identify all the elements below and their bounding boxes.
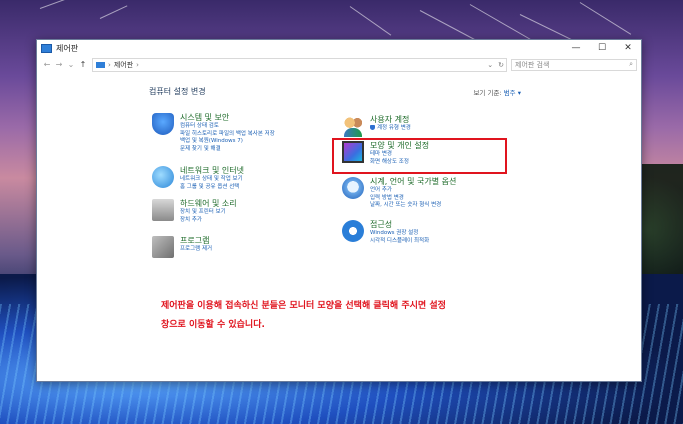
- programs-box-icon: [152, 236, 174, 258]
- link-network-status[interactable]: 네트워크 상태 및 작업 보기: [180, 176, 244, 184]
- category-title[interactable]: 프로그램: [180, 236, 212, 246]
- instruction-note: 제어판을 이용해 접속하신 분들은 모니터 모양을 선택해 클릭해 주시면 설정…: [161, 297, 541, 335]
- link-change-account-type[interactable]: 계정 유형 변경: [377, 125, 411, 131]
- address-row: ← → ⌄ ↑ › 제어판 › ⌄ ↻ 제어판 검색 ⌕: [37, 56, 641, 73]
- view-by-label: 보기 기준:: [473, 89, 502, 97]
- link-date-time-format[interactable]: 날짜, 시간 또는 숫자 형식 변경: [370, 202, 456, 210]
- breadcrumb-trail-arrow[interactable]: ›: [136, 61, 139, 69]
- window-title: 제어판: [56, 43, 79, 53]
- printer-icon: [152, 199, 174, 221]
- search-input[interactable]: 제어판 검색 ⌕: [511, 58, 637, 71]
- link-optimize-display[interactable]: 시각적 디스플레이 최적화: [370, 238, 429, 246]
- control-panel-app-icon: [41, 43, 52, 53]
- link-windows-recommended[interactable]: Windows 권장 설정: [370, 230, 429, 238]
- view-by: 보기 기준: 범주 ▾: [473, 87, 521, 97]
- link-uninstall-program[interactable]: 프로그램 제거: [180, 246, 212, 254]
- link-add-language[interactable]: 언어 추가: [370, 187, 456, 195]
- category-ease-of-access[interactable]: 접근성 Windows 권장 설정 시각적 디스플레이 최적화: [342, 220, 429, 245]
- view-by-dropdown[interactable]: 범주 ▾: [504, 89, 521, 97]
- category-programs[interactable]: 프로그램 프로그램 제거: [152, 236, 212, 258]
- minimize-button[interactable]: —: [563, 43, 589, 53]
- category-title[interactable]: 시계, 언어 및 국가별 옵션: [370, 177, 456, 187]
- link-homegroup[interactable]: 홈 그룹 및 공유 옵션 선택: [180, 184, 244, 192]
- close-button[interactable]: ✕: [615, 43, 641, 53]
- search-icon[interactable]: ⌕: [629, 60, 633, 69]
- instruction-line-1: 제어판을 이용해 접속하신 분들은 모니터 모양을 선택해 클릭해 주시면 설정: [161, 301, 446, 311]
- highlight-box: [332, 138, 507, 174]
- category-user-accounts[interactable]: 사용자 계정 계정 유형 변경: [342, 115, 411, 137]
- category-network-internet[interactable]: 네트워크 및 인터넷 네트워크 상태 및 작업 보기 홈 그룹 및 공유 옵션 …: [152, 166, 244, 191]
- category-system-security[interactable]: 시스템 및 보안 컴퓨터 상태 검토 파일 히스토리로 파일의 백업 복사본 저…: [152, 113, 275, 153]
- address-separator: ›: [108, 60, 111, 69]
- category-title[interactable]: 사용자 계정: [370, 115, 411, 125]
- users-icon: [342, 115, 364, 137]
- control-panel-small-icon: [96, 61, 105, 68]
- ease-of-access-icon: [342, 220, 364, 242]
- maximize-button[interactable]: ☐: [589, 43, 615, 53]
- link-review-status[interactable]: 컴퓨터 상태 검토: [180, 123, 275, 131]
- category-title[interactable]: 네트워크 및 인터넷: [180, 166, 244, 176]
- title-bar: 제어판 — ☐ ✕: [37, 40, 641, 56]
- uac-shield-icon: [370, 125, 375, 130]
- address-bar[interactable]: › 제어판 › ⌄ ↻: [92, 57, 507, 72]
- link-change-account-type-row[interactable]: 계정 유형 변경: [370, 125, 411, 133]
- category-title[interactable]: 하드웨어 및 소리: [180, 199, 237, 209]
- network-globe-icon: [152, 166, 174, 188]
- forward-button[interactable]: →: [53, 60, 65, 69]
- page-title: 컴퓨터 설정 변경: [149, 87, 206, 96]
- category-title[interactable]: 접근성: [370, 220, 429, 230]
- link-add-device[interactable]: 장치 추가: [180, 217, 237, 225]
- category-title[interactable]: 시스템 및 보안: [180, 113, 275, 123]
- address-dropdown-icon[interactable]: ⌄: [487, 59, 493, 71]
- search-placeholder: 제어판 검색: [515, 60, 550, 69]
- breadcrumb-control-panel[interactable]: 제어판: [114, 60, 133, 70]
- back-button[interactable]: ←: [41, 60, 53, 69]
- up-button[interactable]: ↑: [77, 60, 89, 69]
- control-panel-window: 제어판 — ☐ ✕ ← → ⌄ ↑ › 제어판 › ⌄ ↻ 제어판 검색 ⌕ 컴…: [36, 39, 642, 382]
- category-hardware-sound[interactable]: 하드웨어 및 소리 장치 및 프린터 보기 장치 추가: [152, 199, 237, 224]
- link-devices-printers[interactable]: 장치 및 프린터 보기: [180, 209, 237, 217]
- category-clock-language-region[interactable]: 시계, 언어 및 국가별 옵션 언어 추가 입력 방법 변경 날짜, 시간 또는…: [342, 177, 456, 210]
- history-dropdown-icon[interactable]: ⌄: [65, 60, 77, 69]
- link-troubleshoot[interactable]: 문제 찾기 및 해결: [180, 146, 275, 154]
- link-backup-restore[interactable]: 백업 및 복원(Windows 7): [180, 138, 275, 146]
- instruction-line-2: 창으로 이동할 수 있습니다.: [161, 320, 265, 330]
- refresh-icon[interactable]: ↻: [498, 59, 504, 71]
- clock-globe-icon: [342, 177, 364, 199]
- security-shield-icon: [152, 113, 174, 135]
